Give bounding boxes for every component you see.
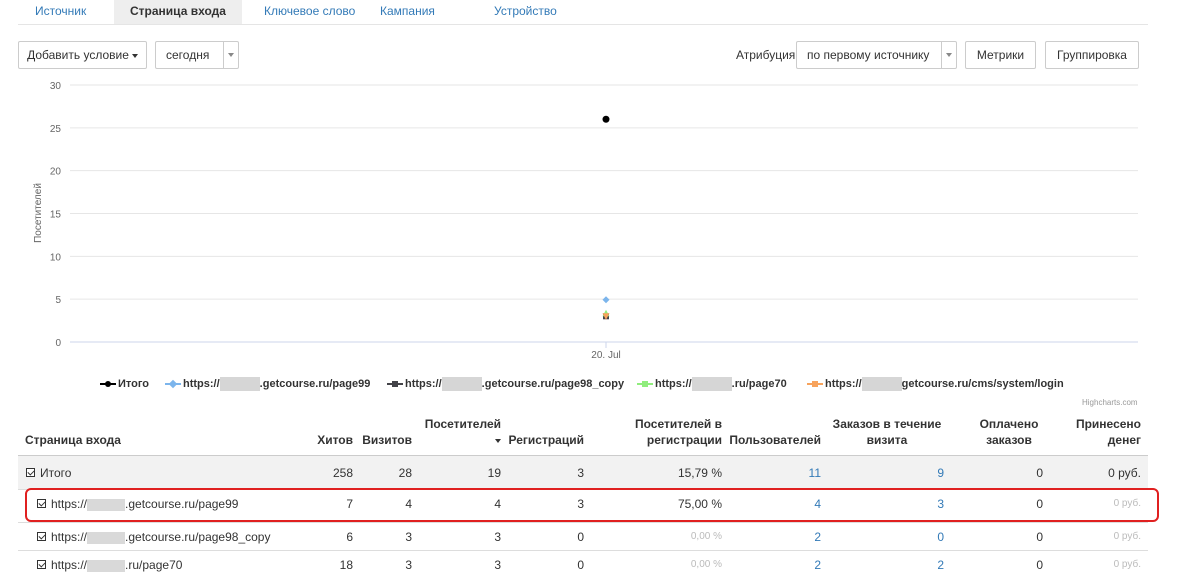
chart-legend: Итого https:// .getcourse.ru/page99 https… xyxy=(0,377,1195,391)
cell-conv: 0,00 % xyxy=(690,531,722,542)
col-header-visitors[interactable]: Посетителей xyxy=(420,416,501,448)
cell-money: 0 руб. xyxy=(1113,559,1141,570)
cell-money: 0 руб. xyxy=(1108,466,1141,480)
legend-marker xyxy=(637,381,653,387)
cell-conv: 15,79 % xyxy=(677,466,722,480)
cell-visits: 3 xyxy=(405,530,412,544)
cell-visitors: 19 xyxy=(487,466,501,480)
col-header-conversion-line2: регистрации xyxy=(646,433,722,447)
col-header-conversion-line1: Посетителей в xyxy=(634,417,722,431)
data-point xyxy=(602,115,610,123)
blurred-domain xyxy=(87,559,126,572)
y-tick-label: 25 xyxy=(50,124,62,135)
col-header-orders-line2: визита xyxy=(866,433,908,447)
col-header-money-line2: денег xyxy=(1107,433,1141,447)
cell-regs: 0 xyxy=(577,530,584,544)
col-header-hits[interactable]: Хитов xyxy=(300,432,353,448)
row-page-suffix: .ru/page70 xyxy=(125,558,183,572)
row-page-label: Итого xyxy=(40,466,71,480)
col-header-users[interactable]: Пользователей xyxy=(725,432,821,448)
row-page-prefix: Итого xyxy=(40,466,72,480)
col-header-money[interactable]: Принесено денег xyxy=(1070,416,1141,448)
legend-label: .getcourse.ru/page99 xyxy=(259,378,371,390)
highlight-box xyxy=(25,488,1159,522)
cell-users[interactable]: 2 xyxy=(725,530,821,544)
cell-hits: 6 xyxy=(346,530,353,544)
cell-hits: 258 xyxy=(332,466,353,480)
legend-label: getcourse.ru/cms/system/login xyxy=(901,378,1064,390)
col-header-orders[interactable]: Заказов в течение визита xyxy=(830,416,944,448)
legend-label: https:// xyxy=(405,378,442,390)
y-tick-label: 10 xyxy=(50,252,62,263)
cell-paid: 0 xyxy=(1036,558,1043,572)
row-page-label: https:// .ru/page70 xyxy=(51,558,182,572)
cell-orders[interactable]: 9 xyxy=(830,466,944,480)
legend-label: .ru/page70 xyxy=(731,378,787,390)
y-tick-label: 0 xyxy=(55,338,61,349)
col-header-visits[interactable]: Визитов xyxy=(360,432,412,448)
row-divider xyxy=(18,550,1148,551)
x-tick-label: 20. Jul xyxy=(591,350,620,361)
data-point xyxy=(602,296,610,304)
legend-marker xyxy=(100,381,116,387)
row-checkbox[interactable] xyxy=(26,468,35,477)
legend-marker xyxy=(165,379,181,389)
col-header-conversion[interactable]: Посетителей в регистрации xyxy=(600,416,722,448)
cell-money: 0 руб. xyxy=(1113,531,1141,542)
y-tick-label: 15 xyxy=(50,210,62,221)
table-row[interactable]: https:// .getcourse.ru/page98_copy 6 3 3 0 0,0… xyxy=(18,522,1148,553)
col-header-paid-line1: Оплачено xyxy=(979,417,1039,431)
blurred-domain xyxy=(219,377,260,391)
row-page-prefix: https:// xyxy=(51,530,88,544)
legend-label: .getcourse.ru/page98_copy xyxy=(481,378,625,390)
legend-marker xyxy=(807,381,823,387)
y-tick-label: 20 xyxy=(50,167,62,178)
cell-users[interactable]: 2 xyxy=(725,558,821,572)
chart: 0 5 10 15 20 25 30 20. Jul Посетителей xyxy=(33,81,1138,361)
legend-label: https:// xyxy=(655,378,692,390)
sort-down-icon xyxy=(495,438,501,443)
table-row[interactable]: Итого 258 28 19 3 15,79 % 11 9 0 0 руб. xyxy=(18,456,1148,489)
cell-orders[interactable]: 0 xyxy=(830,530,944,544)
row-divider xyxy=(18,522,1148,523)
y-tick-label: 5 xyxy=(55,295,61,306)
col-header-page[interactable]: Страница входа xyxy=(25,432,121,448)
row-page-suffix: .getcourse.ru/page98_copy xyxy=(125,530,271,544)
y-tick-label: 30 xyxy=(50,81,62,92)
blurred-domain xyxy=(441,377,482,391)
blurred-domain xyxy=(87,531,126,544)
chart-credit: Highcharts.com xyxy=(1082,398,1138,407)
cell-orders[interactable]: 2 xyxy=(830,558,944,572)
row-checkbox[interactable] xyxy=(37,532,46,541)
row-page-prefix: https:// xyxy=(51,558,88,572)
legend-label: https:// xyxy=(825,378,862,390)
y-axis-label: Посетителей xyxy=(33,183,44,243)
col-header-registrations[interactable]: Регистраций xyxy=(505,432,584,448)
blurred-domain xyxy=(691,377,732,391)
col-header-orders-line1: Заказов в течение xyxy=(832,417,942,431)
cell-conv: 0,00 % xyxy=(690,559,722,570)
cell-paid: 0 xyxy=(1036,530,1043,544)
cell-visitors: 3 xyxy=(494,530,501,544)
col-header-money-line1: Принесено xyxy=(1075,417,1141,431)
cell-visits: 3 xyxy=(405,558,412,572)
cell-visitors: 3 xyxy=(494,558,501,572)
col-header-paid-line2: заказов xyxy=(986,433,1032,447)
row-page-label: https:// .getcourse.ru/page98_copy xyxy=(51,530,270,544)
legend-label: https:// xyxy=(183,378,220,390)
legend-marker xyxy=(387,381,403,387)
cell-hits: 18 xyxy=(339,558,353,572)
legend-label: Итого xyxy=(118,378,150,390)
table-row[interactable]: https://.ru/page70 18 3 3 0 0,00 % 2 2 0 0 руб. xyxy=(18,550,1148,581)
blurred-domain xyxy=(861,377,902,391)
cell-paid: 0 xyxy=(1036,466,1043,480)
cell-regs: 0 xyxy=(577,558,584,572)
col-header-paid[interactable]: Оплачено заказов xyxy=(975,416,1043,448)
cell-users[interactable]: 11 xyxy=(725,466,821,480)
col-header-visitors-label: Посетителей xyxy=(424,417,501,431)
cell-visits: 28 xyxy=(398,466,412,480)
cell-regs: 3 xyxy=(577,466,584,480)
